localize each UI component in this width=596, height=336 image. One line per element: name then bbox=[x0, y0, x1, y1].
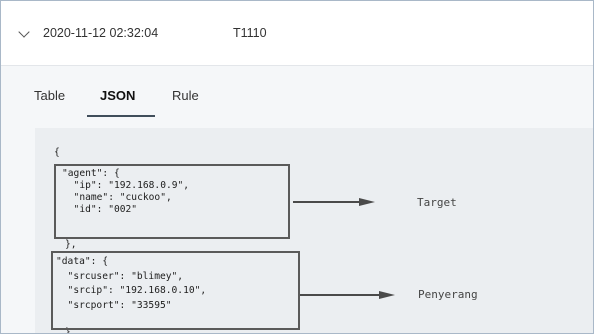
attacker-arrow bbox=[300, 294, 380, 296]
active-tab-indicator bbox=[87, 115, 155, 117]
tab-json[interactable]: JSON bbox=[100, 88, 135, 103]
target-annotation: Target bbox=[417, 196, 457, 209]
chevron-down-icon[interactable] bbox=[18, 26, 30, 38]
tab-rule[interactable]: Rule bbox=[172, 88, 199, 103]
alert-detail-panel: 2020-11-12 02:32:04 T1110 Table JSON Rul… bbox=[0, 0, 594, 334]
target-arrow bbox=[293, 201, 360, 203]
attacker-annotation: Penyerang bbox=[418, 288, 478, 301]
json-line: }, bbox=[65, 239, 77, 250]
tab-table[interactable]: Table bbox=[34, 88, 65, 103]
target-arrow-head bbox=[359, 198, 375, 206]
json-line: { bbox=[54, 147, 60, 158]
alert-row-header[interactable]: 2020-11-12 02:32:04 T1110 bbox=[1, 1, 593, 66]
alert-technique-id: T1110 bbox=[233, 26, 267, 40]
attacker-arrow-head bbox=[379, 291, 395, 299]
alert-timestamp: 2020-11-12 02:32:04 bbox=[43, 26, 159, 40]
data-highlight-box bbox=[51, 251, 300, 330]
agent-highlight-box bbox=[54, 164, 290, 239]
